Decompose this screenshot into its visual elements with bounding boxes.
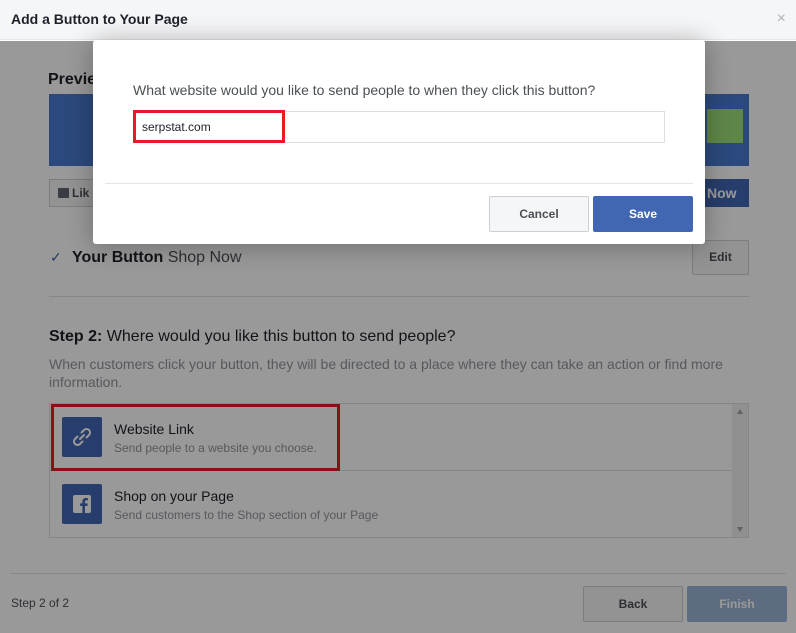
close-icon[interactable]: ×: [777, 10, 786, 28]
modal-question: What website would you like to send peop…: [133, 82, 596, 98]
modal-divider: [105, 183, 693, 184]
cancel-button[interactable]: Cancel: [489, 196, 589, 232]
save-button[interactable]: Save: [593, 196, 693, 232]
website-url-input[interactable]: [133, 111, 665, 143]
dialog-header: Add a Button to Your Page ×: [0, 0, 796, 40]
dialog-title: Add a Button to Your Page: [11, 11, 188, 27]
website-url-modal: What website would you like to send peop…: [93, 40, 705, 244]
